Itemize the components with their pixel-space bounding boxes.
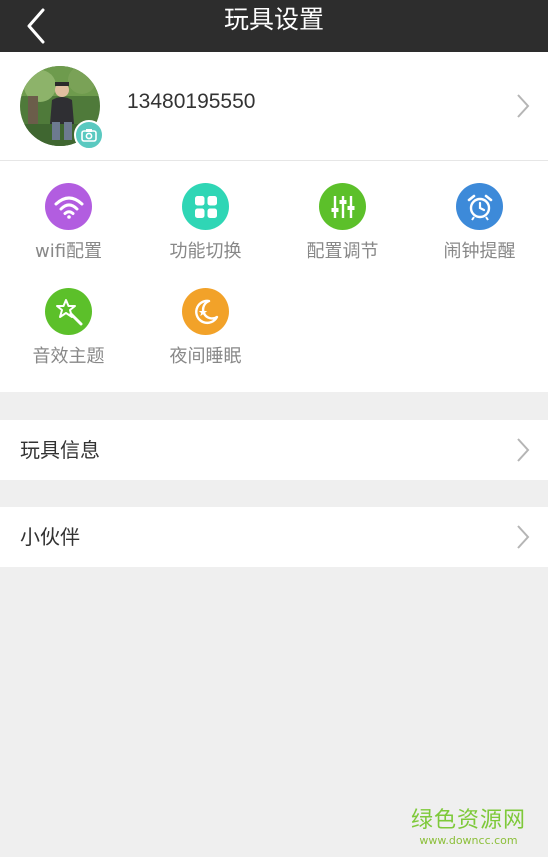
magic-wand-icon [45, 288, 92, 335]
phone-number: 13480195550 [127, 90, 256, 113]
wifi-config-label: wifi配置 [34, 241, 103, 262]
toy-info-label: 玩具信息 [20, 438, 100, 462]
sound-theme-button[interactable]: 音效主题 [0, 266, 137, 367]
moon-icon [182, 288, 229, 335]
alarm-clock-icon [456, 183, 503, 230]
toy-info-row[interactable]: 玩具信息 [0, 420, 548, 480]
config-adjust-button[interactable]: 配置调节 [274, 161, 411, 262]
feature-grid: wifi配置 功能切换 配置调节 闹钟提醒 音效主题 夜间睡眠 [0, 161, 548, 392]
night-sleep-button[interactable]: 夜间睡眠 [137, 266, 274, 367]
chevron-right-icon [517, 525, 530, 549]
watermark-title: 绿色资源网 [410, 808, 526, 833]
page-title: 玩具设置 [223, 5, 324, 34]
camera-icon [81, 129, 97, 142]
grid-icon [182, 183, 229, 230]
chevron-right-icon [517, 438, 530, 462]
watermark: 绿色资源网 www.downcc.com [411, 802, 526, 847]
night-sleep-label: 夜间睡眠 [169, 346, 242, 367]
profile-row[interactable]: 13480195550 [0, 52, 548, 161]
wifi-icon [45, 183, 92, 230]
sliders-icon [319, 183, 366, 230]
top-bar: 玩具设置 [0, 0, 548, 52]
sound-theme-label: 音效主题 [32, 346, 105, 367]
config-adjust-label: 配置调节 [306, 241, 379, 262]
function-switch-button[interactable]: 功能切换 [137, 161, 274, 262]
alarm-reminder-label: 闹钟提醒 [443, 241, 516, 262]
watermark-url: www.downcc.com [419, 834, 518, 847]
buddies-row[interactable]: 小伙伴 [0, 507, 548, 567]
wifi-config-button[interactable]: wifi配置 [0, 161, 137, 262]
alarm-reminder-button[interactable]: 闹钟提醒 [411, 161, 548, 262]
buddies-label: 小伙伴 [20, 525, 80, 549]
camera-badge[interactable] [74, 120, 104, 150]
chevron-right-icon [517, 94, 530, 118]
function-switch-label: 功能切换 [169, 241, 242, 262]
